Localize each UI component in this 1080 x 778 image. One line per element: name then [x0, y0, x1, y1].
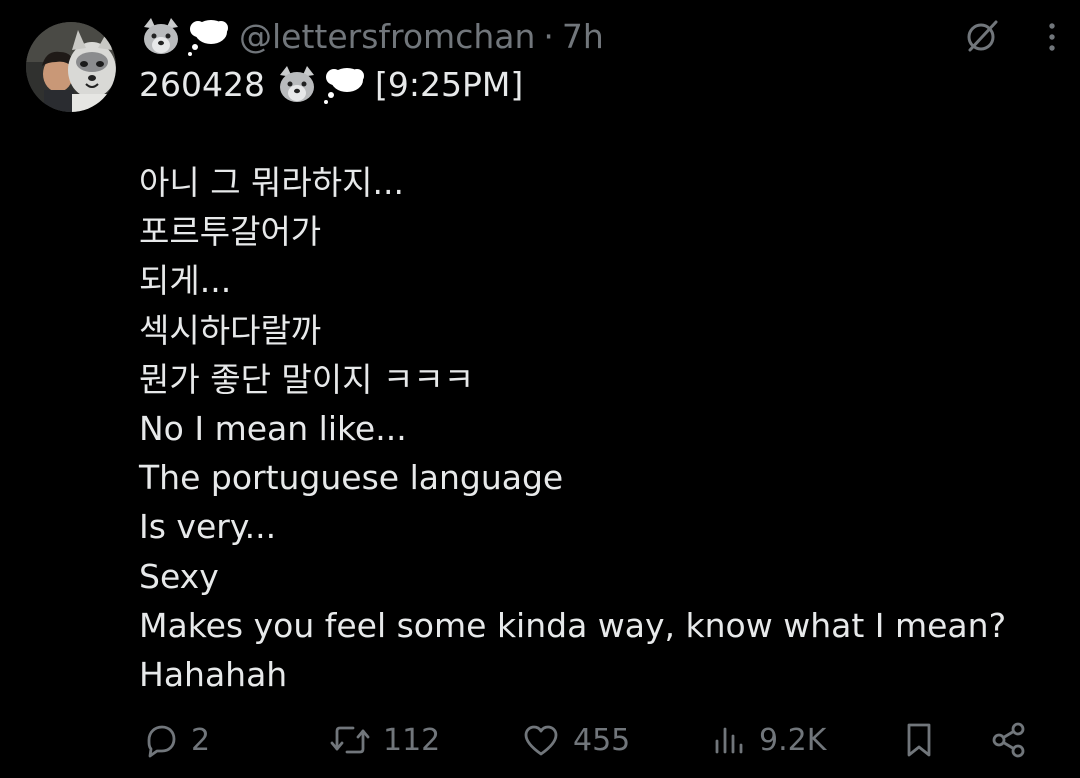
avatar[interactable] [26, 22, 116, 112]
like-count: 455 [573, 722, 631, 758]
date-code: 260428 [139, 65, 265, 104]
post-time[interactable]: 7h [562, 14, 604, 60]
action-bar: 2 112 455 9.2K [139, 712, 1039, 768]
bookmark-icon [907, 723, 931, 757]
views-count: 9.2K [759, 722, 827, 758]
body-line: No I mean like... [139, 408, 407, 448]
bookmark-button[interactable] [901, 712, 937, 768]
avatar-image [26, 22, 116, 112]
body-line: 되게... [139, 261, 232, 301]
subhead-emoji [275, 65, 365, 105]
like-icon [524, 725, 558, 756]
post-subhead: 260428 [9:25PM] [139, 62, 523, 108]
wolf-emoji-icon [144, 18, 178, 54]
reply-icon [147, 725, 176, 758]
share-icon [992, 722, 1025, 758]
share-button[interactable] [989, 712, 1029, 768]
post-body: 아니 그 뭐라하지... 포르투갈어가 되게... 섹시하다랄까 뭔가 좋단 말… [139, 158, 1006, 699]
grok-icon[interactable] [962, 16, 1002, 61]
views-icon [715, 727, 743, 754]
post-timestamp: [9:25PM] [374, 65, 524, 104]
reply-count: 2 [191, 722, 211, 758]
body-line: Hahahah [139, 654, 288, 694]
thought-bubble-icon [323, 68, 364, 104]
wolf-emoji-icon [279, 66, 314, 102]
post-header: @lettersfromchan · 7h [139, 14, 604, 60]
meta-separator: · [543, 17, 554, 56]
user-handle[interactable]: @lettersfromchan [239, 14, 535, 60]
more-icon[interactable] [1046, 16, 1058, 61]
repost-count: 112 [383, 722, 441, 758]
reply-button[interactable]: 2 [141, 712, 210, 768]
like-button[interactable]: 455 [521, 712, 630, 768]
body-line: 뭔가 좋단 말이지 ㅋㅋㅋ [139, 359, 475, 399]
repost-icon [330, 726, 370, 754]
thought-bubble-icon [188, 20, 228, 56]
body-line: Sexy [139, 556, 219, 596]
body-line: Makes you feel some kinda way, know what… [139, 605, 1007, 645]
body-line: The portuguese language [139, 458, 564, 498]
body-line: 아니 그 뭐라하지... [139, 163, 404, 202]
views-button[interactable]: 9.2K [711, 712, 826, 768]
body-line: 포르투갈어가 [139, 212, 322, 252]
post-top-actions [962, 16, 1058, 61]
repost-button[interactable]: 112 [329, 712, 440, 768]
body-line: 섹시하다랄까 [139, 310, 322, 350]
display-name[interactable] [139, 17, 229, 57]
body-line: Is very... [139, 507, 277, 547]
